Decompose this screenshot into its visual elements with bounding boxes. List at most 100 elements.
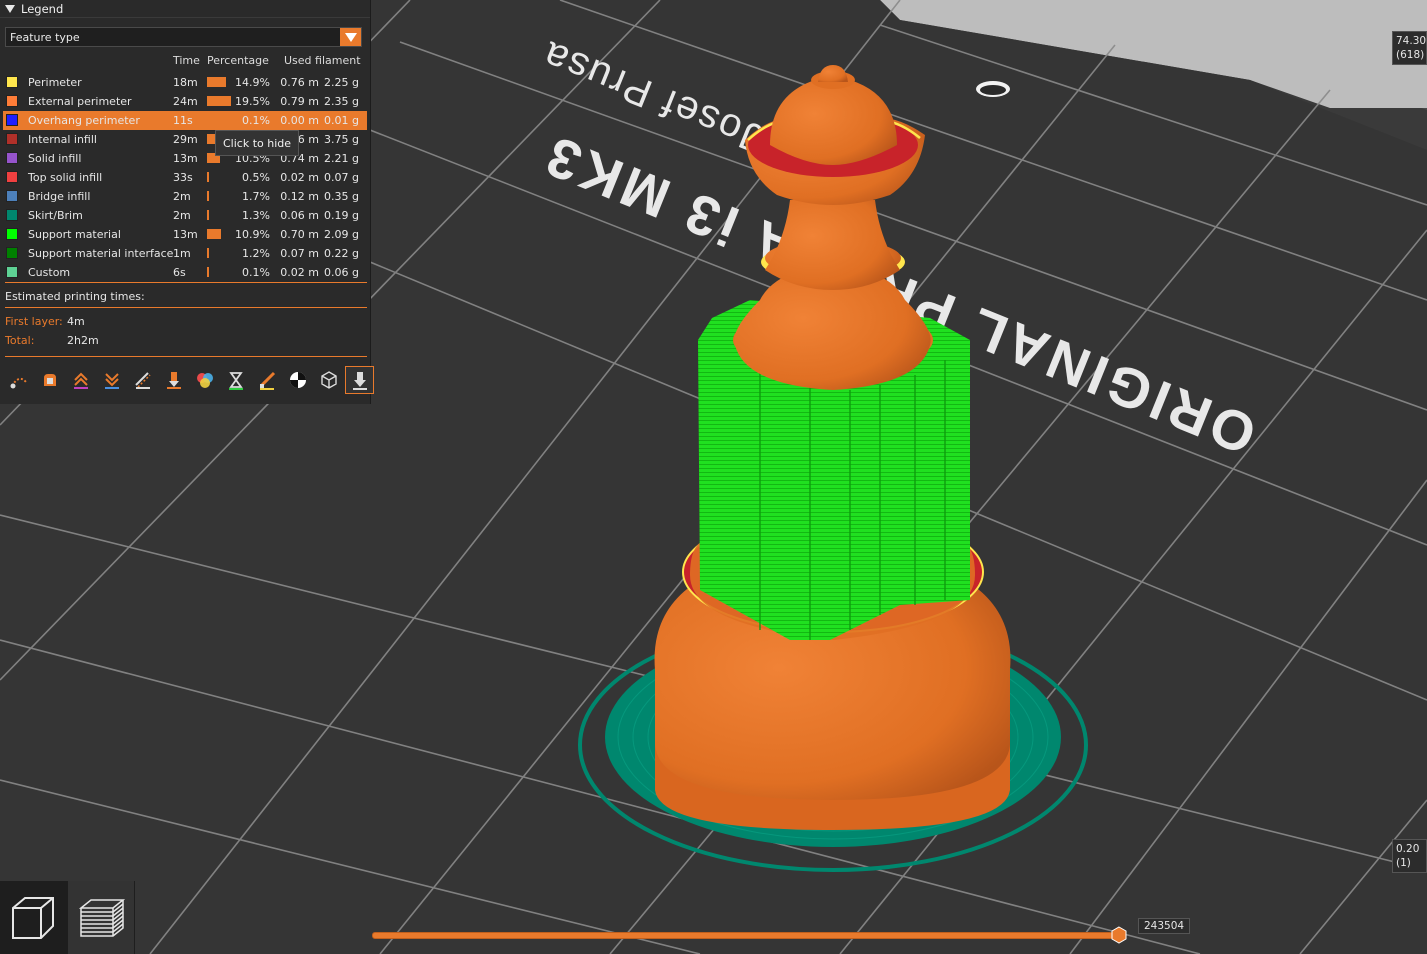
item-name: Overhang perimeter — [28, 114, 140, 127]
percentage-bar — [207, 77, 226, 87]
item-weight: 2.35 g — [324, 95, 359, 108]
item-percentage: 1.2% — [242, 247, 270, 260]
legend-item[interactable]: Skirt/Brim 2m 1.3% 0.06 m 0.19 g — [0, 206, 370, 225]
first-layer-value: 4m — [67, 315, 85, 328]
3d-view-button[interactable] — [0, 881, 66, 954]
legend-item[interactable]: Solid infill 13m 10.5% 0.74 m 2.21 g — [0, 149, 370, 168]
item-weight: 0.19 g — [324, 209, 359, 222]
item-length: 0.79 m — [280, 95, 319, 108]
item-percentage: 1.3% — [242, 209, 270, 222]
item-percentage: 0.1% — [242, 266, 270, 279]
item-name: Support material interface — [28, 247, 174, 260]
item-length: 0.00 m — [280, 114, 319, 127]
item-name: Internal infill — [28, 133, 97, 146]
percentage-bar — [207, 191, 209, 201]
legend-item[interactable]: Bridge infill 2m 1.7% 0.12 m 0.35 g — [0, 187, 370, 206]
separator — [5, 307, 367, 308]
custom-gcodes-icon[interactable] — [252, 366, 281, 394]
total-value: 2h2m — [67, 334, 99, 347]
tool-marker-icon[interactable] — [345, 366, 374, 394]
tooltip: Click to hide — [215, 130, 300, 156]
item-weight: 2.09 g — [324, 228, 359, 241]
item-name: Skirt/Brim — [28, 209, 83, 222]
travel-icon[interactable] — [4, 366, 33, 394]
item-name: External perimeter — [28, 95, 132, 108]
estimated-times-title: Estimated printing times: — [5, 290, 145, 303]
feature-list: Perimeter 18m 14.9% 0.76 m 2.25 g External pe… — [0, 73, 370, 282]
layers-icon — [78, 898, 126, 937]
color-swatch — [6, 76, 18, 88]
item-length: 0.02 m — [280, 171, 319, 184]
color-swatch — [6, 247, 18, 259]
collapse-triangle-icon[interactable] — [5, 4, 15, 13]
legend-item[interactable]: Perimeter 18m 14.9% 0.76 m 2.25 g — [0, 73, 370, 92]
view-mode-bar — [0, 881, 135, 954]
item-weight: 0.07 g — [324, 171, 359, 184]
separator — [5, 282, 367, 283]
item-time: 29m — [173, 133, 198, 146]
dropdown-arrow-icon[interactable] — [340, 28, 361, 46]
view-type-value: Feature type — [10, 30, 80, 44]
color-swatch — [6, 133, 18, 145]
moves-slider-thumb[interactable] — [1110, 926, 1128, 944]
item-time: 1m — [173, 247, 191, 260]
item-time: 24m — [173, 95, 198, 108]
shells-icon[interactable] — [314, 366, 343, 394]
color-swatch — [6, 95, 18, 107]
layer-bottom-readout[interactable]: 0.20 (1) — [1392, 839, 1427, 873]
item-percentage: 10.9% — [235, 228, 270, 241]
legend-item[interactable]: Top solid infill 33s 0.5% 0.02 m 0.07 g — [0, 168, 370, 187]
legend-item[interactable]: External perimeter 24m 19.5% 0.79 m 2.35 g — [0, 92, 370, 111]
moves-slider-value: 243504 — [1138, 918, 1191, 934]
item-weight: 2.25 g — [324, 76, 359, 89]
cube-icon — [12, 896, 54, 939]
moves-slider-track[interactable] — [372, 932, 1126, 939]
color-swatch — [6, 171, 18, 183]
item-length: 0.70 m — [280, 228, 319, 241]
deretractions-icon[interactable] — [97, 366, 126, 394]
item-time: 13m — [173, 228, 198, 241]
legend-item[interactable]: Internal infill 29m .26 m 3.75 g — [0, 130, 370, 149]
item-time: 11s — [173, 114, 193, 127]
legend-item[interactable]: Support material 13m 10.9% 0.70 m 2.09 g — [0, 225, 370, 244]
item-name: Solid infill — [28, 152, 82, 165]
center-of-gravity-icon[interactable] — [283, 366, 312, 394]
color-swatch — [6, 266, 18, 278]
seams-icon[interactable] — [128, 366, 157, 394]
legend-item[interactable]: Support material interface 1m 1.2% 0.07 m 0.… — [0, 244, 370, 263]
item-name: Perimeter — [28, 76, 82, 89]
item-length: 0.02 m — [280, 266, 319, 279]
item-weight: 0.06 g — [324, 266, 359, 279]
item-time: 13m — [173, 152, 198, 165]
legend-item[interactable]: Custom 6s 0.1% 0.02 m 0.06 g — [0, 263, 370, 282]
item-time: 33s — [173, 171, 193, 184]
color-changes-icon[interactable] — [190, 366, 219, 394]
retractions-icon[interactable] — [66, 366, 95, 394]
pause-prints-icon[interactable] — [221, 366, 250, 394]
layer-top-readout[interactable]: 74.30 (618) — [1392, 31, 1427, 65]
item-weight: 0.35 g — [324, 190, 359, 203]
column-header-percentage: Percentage — [207, 54, 269, 67]
color-swatch — [6, 190, 18, 202]
item-length: 0.76 m — [280, 76, 319, 89]
legend-header[interactable]: Legend — [0, 0, 370, 18]
item-weight: 0.01 g — [324, 114, 359, 127]
top-layer-number: (618) — [1396, 49, 1425, 61]
bottom-layer-number: (1) — [1396, 857, 1411, 869]
item-percentage: 0.5% — [242, 171, 270, 184]
item-weight: 3.75 g — [324, 133, 359, 146]
color-swatch — [6, 114, 18, 126]
percentage-bar — [207, 248, 209, 258]
percentage-bar — [207, 96, 231, 106]
color-swatch — [6, 152, 18, 164]
preview-view-button[interactable] — [68, 881, 134, 954]
wipe-icon[interactable] — [35, 366, 64, 394]
percentage-bar — [207, 210, 209, 220]
item-percentage: 14.9% — [235, 76, 270, 89]
separator — [5, 356, 367, 357]
view-type-select[interactable]: Feature type — [5, 27, 362, 47]
tool-changes-icon[interactable] — [159, 366, 188, 394]
legend-item[interactable]: Overhang perimeter 11s 0.1% 0.00 m 0.01 g — [3, 111, 367, 130]
item-percentage: 19.5% — [235, 95, 270, 108]
color-swatch — [6, 209, 18, 221]
